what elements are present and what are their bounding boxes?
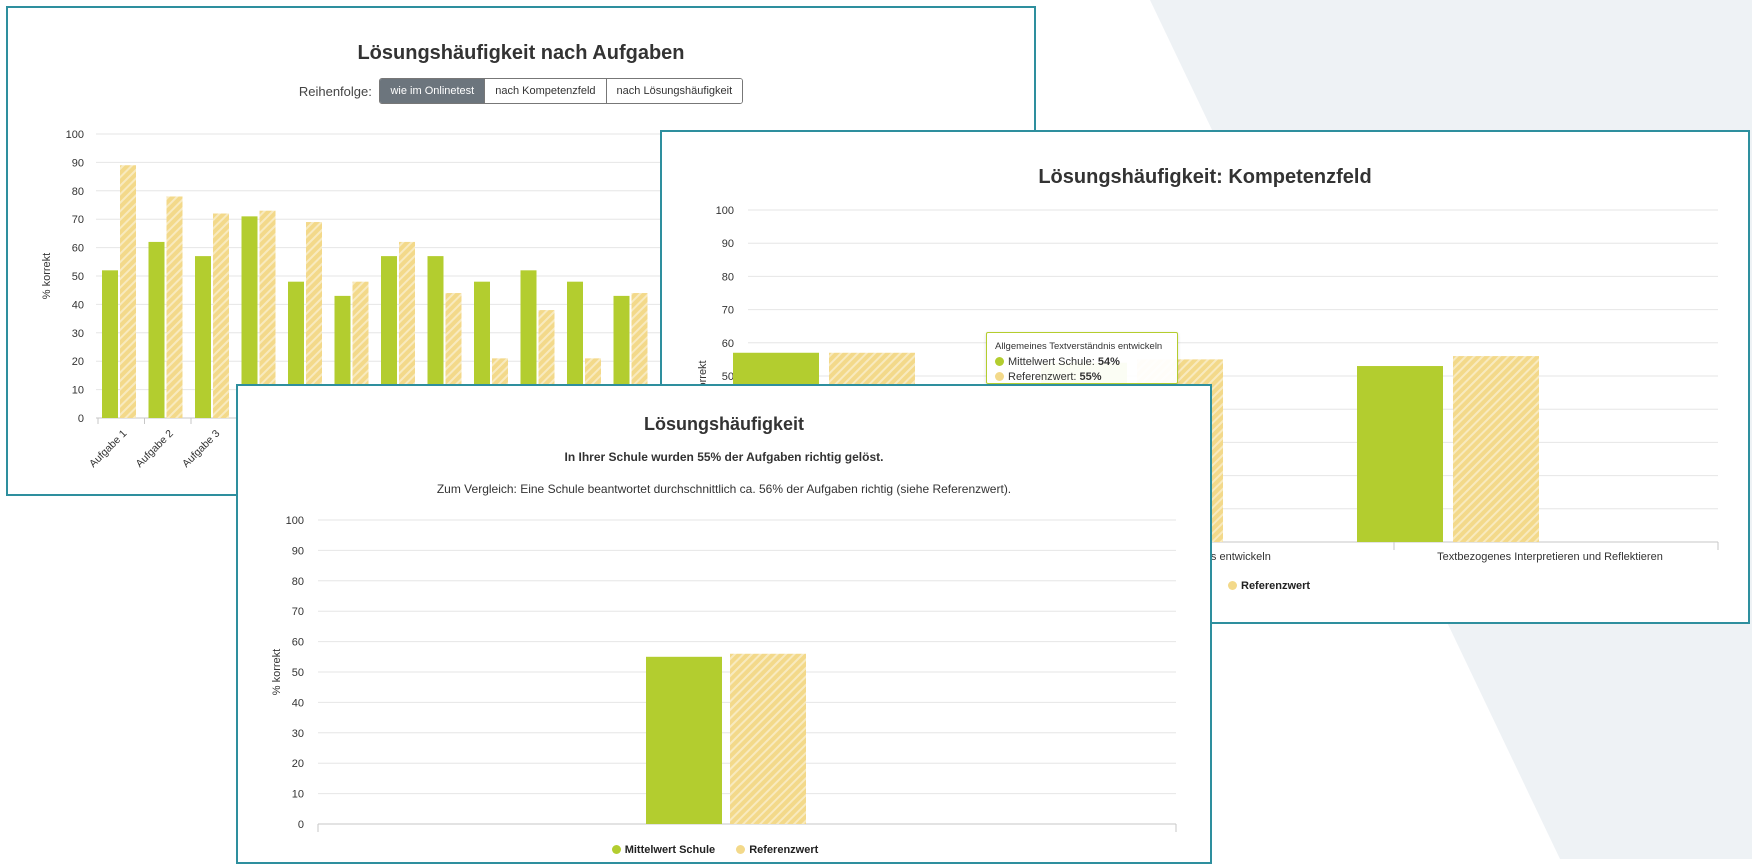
chart-tooltip: Allgemeines Textverständnis entwickeln M… — [986, 332, 1178, 384]
y-tick-label: 80 — [722, 271, 734, 283]
y-tick-label: 70 — [722, 305, 734, 317]
x-tick-label: Aufgabe 1 — [87, 428, 129, 470]
y-axis-label: % korrekt — [271, 649, 283, 695]
school-dot-icon — [611, 845, 621, 854]
y-tick-label: 100 — [716, 205, 734, 217]
y-tick-label: 80 — [292, 576, 304, 588]
legend-item-reference[interactable]: Referenzwert — [736, 844, 818, 856]
tooltip-school-label: Mittelwert Schule: — [1008, 356, 1098, 368]
overall-legend: Mittelwert Schule Referenzwert — [238, 844, 1210, 856]
y-tick-label: 30 — [72, 328, 84, 340]
y-tick-label: 50 — [292, 667, 304, 679]
bar-reference — [166, 196, 183, 418]
bar-reference — [1453, 356, 1539, 542]
y-tick-label: 50 — [72, 271, 84, 283]
tooltip-school-value: 54% — [1097, 356, 1120, 368]
overall-chart-panel: Lösungshäufigkeit In Ihrer Schule wurden… — [236, 384, 1212, 864]
y-tick-label: 90 — [72, 157, 84, 169]
x-tick-label: Aufgabe 3 — [180, 428, 222, 470]
bar-school — [102, 270, 118, 418]
y-tick-label: 40 — [72, 299, 84, 311]
y-tick-label: 80 — [72, 186, 84, 198]
y-tick-label: 60 — [722, 338, 734, 350]
y-tick-label: 100 — [66, 129, 84, 141]
legend-item-reference[interactable]: Referenzwert — [1228, 580, 1310, 592]
y-tick-label: 20 — [72, 356, 84, 368]
tooltip-reference-value: 55% — [1079, 371, 1102, 383]
y-tick-label: 90 — [722, 238, 734, 250]
y-tick-label: 50 — [722, 371, 734, 383]
y-tick-label: 10 — [292, 789, 304, 801]
bar-reference — [730, 653, 806, 824]
y-tick-label: 20 — [292, 758, 304, 770]
tooltip-heading: Allgemeines Textverständnis entwickeln — [995, 341, 1163, 352]
school-dot-icon — [995, 357, 1004, 366]
reference-dot-icon — [1228, 581, 1237, 590]
legend-school-label: Mittelwert Schule — [624, 844, 716, 856]
y-tick-label: 70 — [72, 214, 84, 226]
bar-reference — [120, 165, 136, 418]
bar-school — [646, 656, 722, 824]
legend-reference-label: Referenzwert — [1241, 580, 1311, 592]
y-tick-label: 0 — [298, 819, 304, 831]
y-tick-label: 0 — [78, 413, 84, 425]
y-tick-label: 70 — [292, 606, 304, 618]
reference-dot-icon — [995, 372, 1004, 381]
y-tick-label: 90 — [292, 545, 304, 557]
y-tick-label: 10 — [72, 385, 84, 397]
bar-reference — [213, 213, 229, 418]
y-tick-label: 30 — [292, 728, 304, 740]
tooltip-school-row: Mittelwert Schule: 54% — [995, 355, 1169, 370]
y-tick-label: 100 — [286, 515, 304, 527]
overall-bar-chart: 0 10 20 30 40 50 60 70 80 90 100 % korrekt — [271, 515, 1177, 832]
y-tick-label: 40 — [292, 697, 304, 709]
bar-school — [1357, 366, 1443, 542]
y-tick-label: 60 — [292, 637, 304, 649]
x-tick-label: Aufgabe 2 — [134, 428, 176, 470]
y-axis-label: % korrekt — [41, 253, 53, 299]
x-tick-label: Textbezogenes Interpretieren und Reflekt… — [1437, 551, 1663, 563]
y-tick-label: 60 — [72, 243, 84, 255]
bar-school — [195, 256, 211, 418]
legend-reference-label: Referenzwert — [749, 844, 819, 856]
tooltip-reference-label: Referenzwert: — [1008, 371, 1080, 383]
bar-school — [148, 241, 165, 418]
competence-legend: Referenzwert — [1228, 580, 1328, 592]
tooltip-reference-row: Referenzwert: 55% — [995, 370, 1169, 383]
legend-item-school[interactable]: Mittelwert Schule — [611, 844, 716, 856]
reference-dot-icon — [736, 845, 746, 854]
